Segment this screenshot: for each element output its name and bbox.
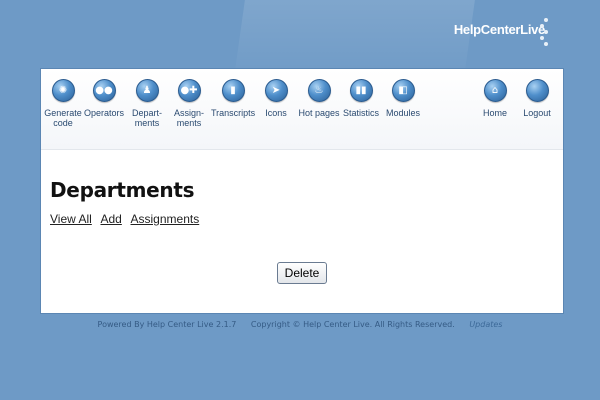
nav-label: Statistics bbox=[342, 108, 379, 118]
copyright-text: Copyright © Help Center Live. All Rights… bbox=[250, 320, 455, 329]
nav-item-home[interactable]: ⌂ Home bbox=[473, 79, 517, 118]
nav-item-departments[interactable]: ♟ Depart- ments bbox=[125, 79, 169, 128]
nav-glyph: ➤ bbox=[271, 85, 281, 96]
footer: Powered By Help Center Live 2.1.7 Copyri… bbox=[0, 320, 600, 329]
cursor-icon: ➤ bbox=[264, 79, 288, 102]
nav-item-statistics[interactable]: ▮▮ Statistics bbox=[339, 79, 383, 118]
nav-item-transcripts[interactable]: ▮ Transcripts bbox=[211, 79, 255, 118]
operators-icon: ●● bbox=[92, 79, 116, 102]
nav-label: Depart- ments bbox=[131, 108, 162, 128]
nav-item-hot-pages[interactable]: ♨ Hot pages bbox=[297, 79, 341, 118]
modules-icon: ◧ bbox=[391, 79, 415, 102]
nav-item-icons[interactable]: ➤ Icons bbox=[254, 79, 298, 118]
nav-toolbar: ✺ Generate code ●● Operators ♟ Depart- m… bbox=[41, 69, 563, 150]
delete-button[interactable]: Delete bbox=[276, 262, 328, 284]
nav-label: Modules bbox=[385, 108, 421, 118]
background-sheen bbox=[235, 0, 475, 70]
sub-nav-links: View All Add Assignments bbox=[50, 212, 563, 226]
statistics-icon: ▮▮ bbox=[349, 79, 373, 102]
main-panel: ✺ Generate code ●● Operators ♟ Depart- m… bbox=[40, 68, 564, 314]
nav-glyph bbox=[527, 80, 548, 101]
departments-icon: ♟ bbox=[135, 79, 159, 102]
nav-glyph: ●✚ bbox=[180, 85, 198, 96]
home-icon: ⌂ bbox=[483, 79, 507, 102]
view-all-link[interactable]: View All bbox=[50, 212, 92, 226]
nav-item-assignments[interactable]: ●✚ Assign- ments bbox=[167, 79, 211, 128]
powered-by-text: Powered By Help Center Live 2.1.7 bbox=[97, 320, 237, 329]
nav-glyph: ♟ bbox=[142, 85, 152, 96]
nav-label: Home bbox=[482, 108, 507, 118]
assignments-link[interactable]: Assignments bbox=[131, 212, 200, 226]
logout-icon bbox=[525, 79, 549, 102]
brand-logo: HelpCenterLive bbox=[453, 22, 545, 37]
nav-glyph: ✺ bbox=[58, 85, 68, 96]
nav-label: Operators bbox=[83, 108, 125, 118]
nav-item-modules[interactable]: ◧ Modules bbox=[381, 79, 425, 118]
add-link[interactable]: Add bbox=[100, 212, 121, 226]
nav-glyph: ▮ bbox=[230, 85, 236, 96]
nav-item-generate-code[interactable]: ✺ Generate code bbox=[41, 79, 85, 128]
nav-glyph: ⌂ bbox=[491, 85, 499, 96]
assignments-icon: ●✚ bbox=[177, 79, 201, 102]
nav-label: Logout bbox=[523, 108, 551, 118]
nav-label: Transcripts bbox=[211, 108, 256, 118]
brand-dots-icon bbox=[538, 16, 550, 46]
nav-label: Icons bbox=[265, 108, 287, 118]
nav-label: Hot pages bbox=[298, 108, 340, 118]
nav-glyph: ◧ bbox=[398, 85, 408, 96]
delete-row: Delete bbox=[41, 262, 563, 284]
flame-icon: ♨ bbox=[307, 79, 331, 102]
nav-item-operators[interactable]: ●● Operators bbox=[82, 79, 126, 118]
nav-glyph: ▮▮ bbox=[355, 85, 367, 96]
nav-label: Generate code bbox=[44, 108, 82, 128]
updates-link[interactable]: Updates bbox=[469, 320, 502, 329]
page-title: Departments bbox=[50, 178, 195, 202]
nav-glyph: ♨ bbox=[314, 85, 324, 96]
nav-label: Assign- ments bbox=[173, 108, 204, 128]
content-area: Departments View All Add Assignments bbox=[41, 150, 563, 226]
nav-glyph: ●● bbox=[95, 85, 113, 96]
nav-item-logout[interactable]: Logout bbox=[515, 79, 559, 118]
gear-icon: ✺ bbox=[51, 79, 75, 102]
document-icon: ▮ bbox=[221, 79, 245, 102]
